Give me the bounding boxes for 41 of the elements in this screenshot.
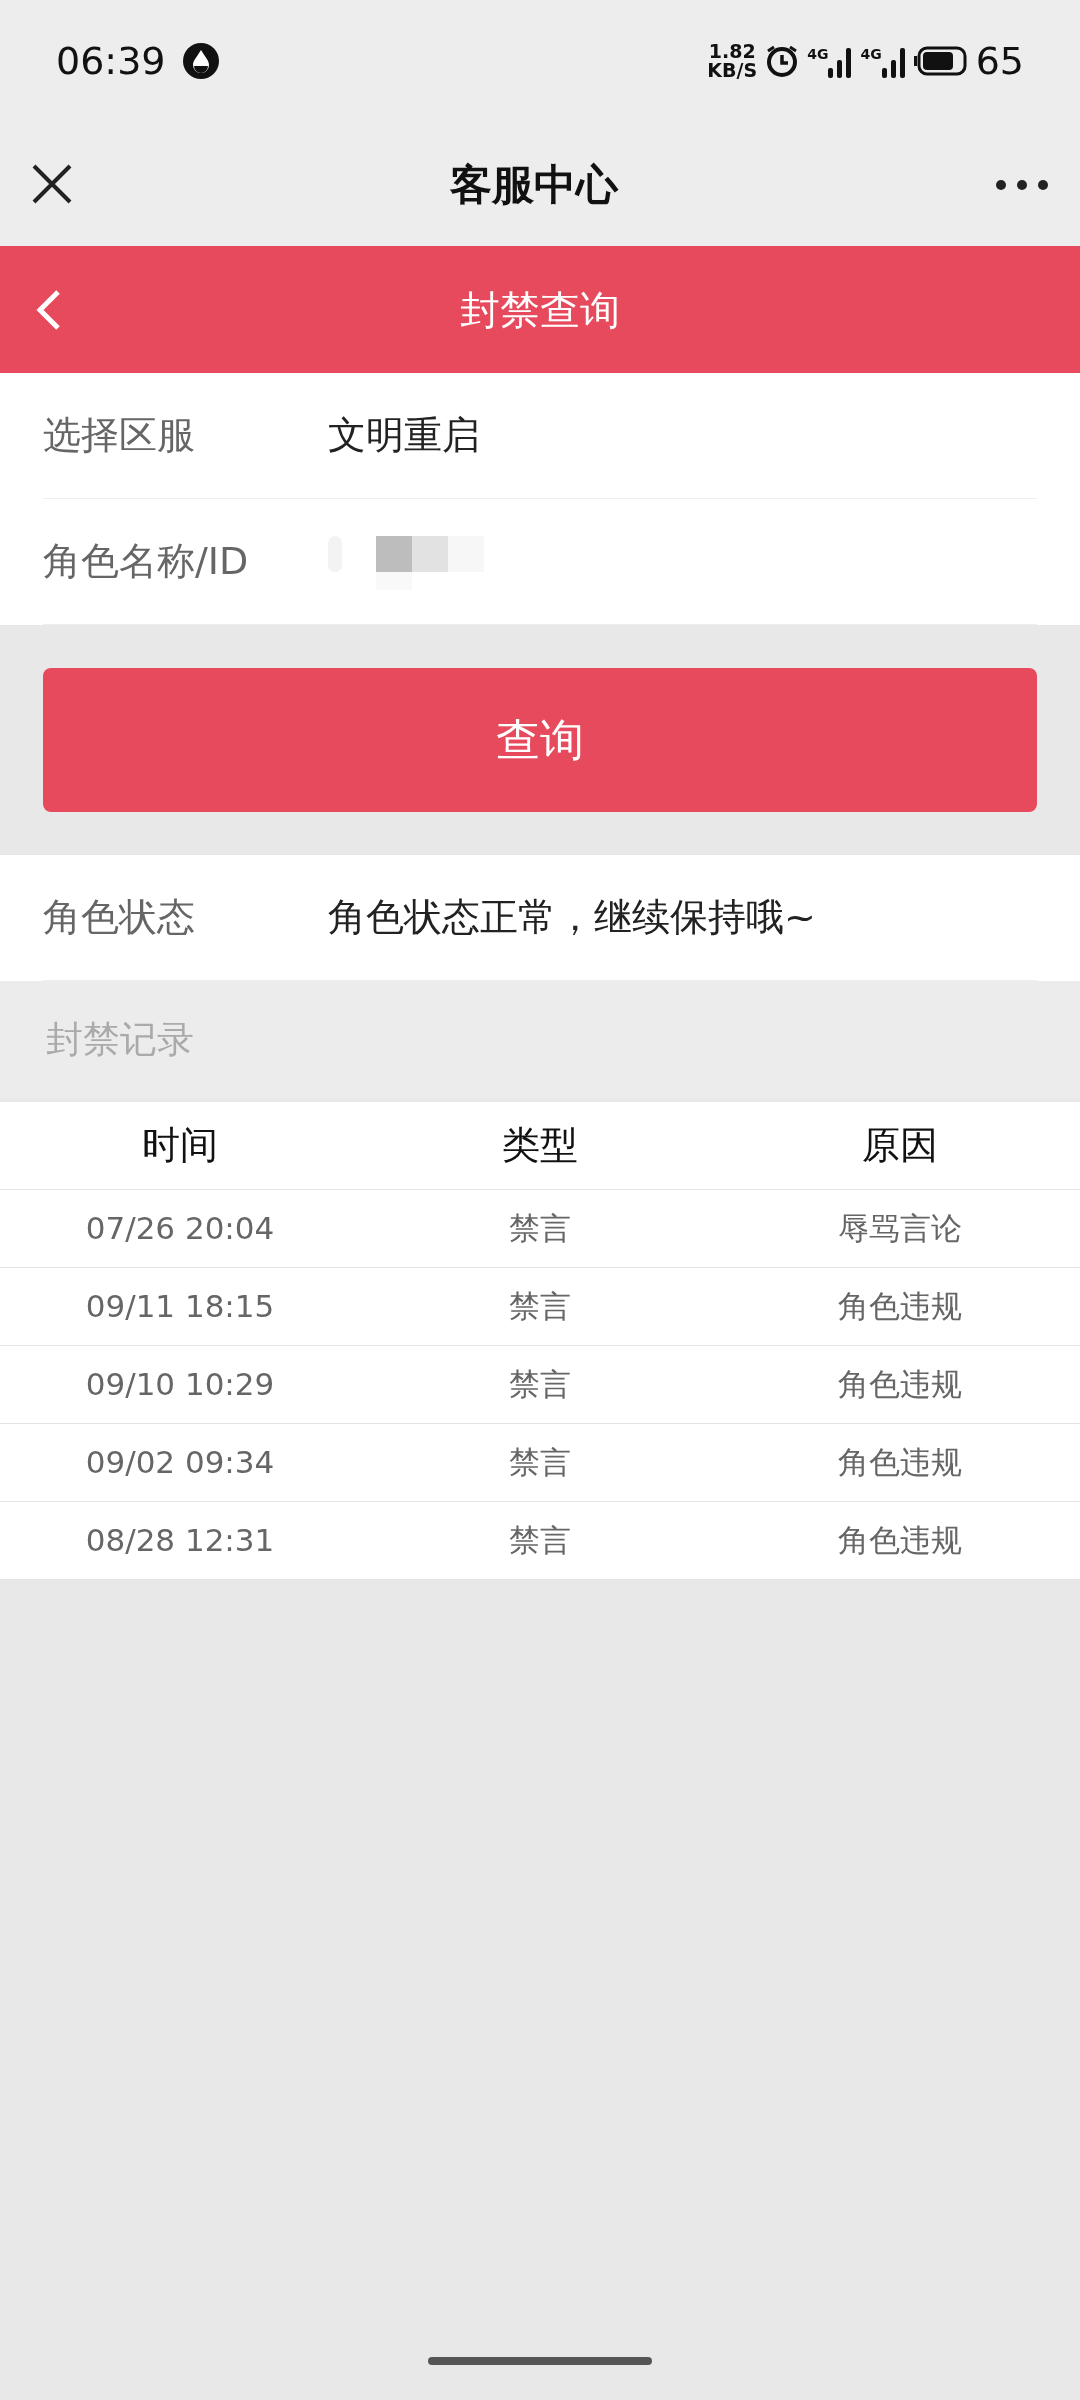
- table-cell-text: 角色违规: [837, 1443, 963, 1483]
- field-label: 角色状态: [43, 894, 196, 941]
- table-cell-text: 禁言: [508, 1443, 572, 1483]
- field-label: 选择区服: [43, 412, 196, 459]
- table-cell-text: 禁言: [508, 1365, 572, 1405]
- column-header: 类型: [501, 1122, 579, 1169]
- status-text: 角色状态正常，继续保持哦~: [328, 894, 816, 941]
- back-button[interactable]: [36, 287, 62, 332]
- header-title: 封禁查询: [460, 285, 620, 335]
- field-label: 角色名称/ID: [43, 538, 250, 585]
- field-value[interactable]: 文明重启: [328, 407, 480, 464]
- table-cell-text: 角色违规: [837, 1287, 963, 1327]
- table-cell-text: 禁言: [508, 1209, 572, 1249]
- section-title: 封禁记录: [0, 981, 1080, 1099]
- more-icon: [994, 177, 1050, 192]
- column-header: 原因: [861, 1122, 939, 1169]
- table-cell-text: 08/28 12:31: [84, 1521, 276, 1561]
- table-cell-text: 禁言: [508, 1287, 572, 1327]
- page-title: 客服中心: [450, 158, 618, 211]
- alarm-icon: [765, 44, 800, 78]
- clock-time: 06:39: [56, 37, 166, 85]
- table-cell-text: 09/11 18:15: [84, 1287, 276, 1327]
- table-cell-text: 07/26 20:04: [84, 1209, 276, 1249]
- speed-unit: KB/S: [707, 61, 758, 80]
- table-cell-text: 09/10 10:29: [84, 1365, 276, 1405]
- droplet-icon: [181, 42, 220, 80]
- table-cell-text: 角色违规: [837, 1365, 963, 1405]
- close-icon: [30, 162, 74, 206]
- network-type: 4G: [860, 45, 882, 64]
- battery-icon: [913, 46, 968, 76]
- table-cell-text: 辱骂言论: [837, 1209, 963, 1249]
- network-type: 4G: [807, 45, 829, 64]
- table-cell-text: 角色违规: [837, 1521, 963, 1561]
- table-cell-text: 禁言: [508, 1521, 572, 1561]
- table-cell-text: 09/02 09:34: [84, 1443, 276, 1483]
- battery-level: 65: [975, 37, 1024, 85]
- column-header: 时间: [141, 1122, 219, 1169]
- speed-value: 1.82: [707, 42, 757, 61]
- close-button[interactable]: [30, 162, 74, 206]
- back-icon: [36, 287, 62, 332]
- query-button[interactable]: 查询: [43, 668, 1037, 812]
